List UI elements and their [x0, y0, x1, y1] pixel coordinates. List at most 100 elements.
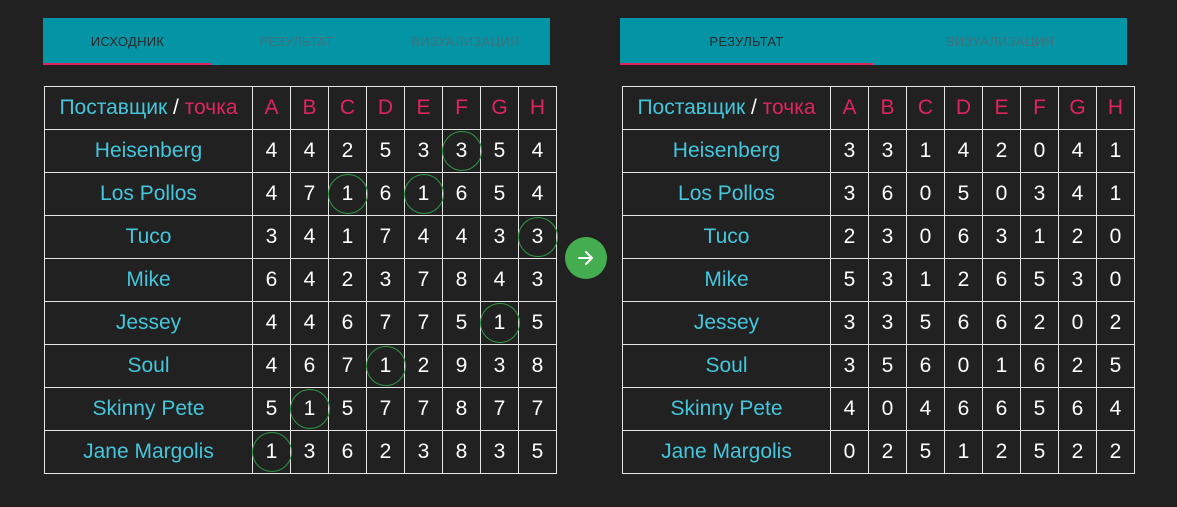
tab-visualization[interactable]: ВИЗУАЛИЗАЦИЯ [381, 18, 550, 65]
cell-number: 6 [341, 311, 354, 334]
cell-value: 1 [1096, 129, 1135, 173]
table-row: Jane Margolis 0 2 5 1 2 5 2 2 [622, 430, 1135, 474]
column-header: D [366, 86, 405, 130]
cell-value: 0 [982, 172, 1021, 216]
cell-value: 5 [252, 387, 291, 431]
cell-value: 1 [328, 215, 367, 259]
supplier-name: Soul [622, 344, 831, 388]
cell-number: 1 [1033, 225, 1046, 248]
cell-number: 6 [341, 440, 354, 463]
cell-value: 5 [1020, 258, 1059, 302]
cell-number: 0 [995, 182, 1008, 205]
tab-visualization[interactable]: ВИЗУАЛИЗАЦИЯ [873, 18, 1127, 65]
cell-number: 2 [1033, 311, 1046, 334]
cell-value: 5 [366, 129, 405, 173]
source-tab-bar: ИСХОДНИК РЕЗУЛЬТАТ ВИЗУАЛИЗАЦИЯ [43, 18, 550, 65]
cell-value: 3 [518, 258, 557, 302]
cell-number: 4 [265, 311, 278, 334]
column-header: A [252, 86, 291, 130]
cell-number: 0 [919, 182, 932, 205]
column-header: E [404, 86, 443, 130]
cell-number: 4 [303, 139, 316, 162]
source-table: Поставщик / точка A B C D E F G H Heisen… [44, 86, 558, 474]
cell-number: 2 [341, 139, 354, 162]
table-row: Skinny Pete 5 1 5 7 7 8 7 7 [44, 387, 557, 431]
cell-value: 1 [1020, 215, 1059, 259]
table-row: Mike 6 4 2 3 7 8 4 3 [44, 258, 557, 302]
cell-number: 4 [265, 182, 278, 205]
cell-value: 4 [290, 301, 329, 345]
cell-number: 7 [531, 397, 544, 420]
cell-number: 3 [1071, 268, 1084, 291]
column-header: C [906, 86, 945, 130]
cell-value: 4 [442, 215, 481, 259]
cell-value: 2 [982, 430, 1021, 474]
tab-source[interactable]: ИСХОДНИК [43, 18, 212, 65]
column-header: H [518, 86, 557, 130]
tab-result[interactable]: РЕЗУЛЬТАТ [620, 18, 873, 65]
cell-number: 6 [957, 225, 970, 248]
cell-value: 3 [830, 172, 869, 216]
header-supplier-point: Поставщик / точка [44, 86, 253, 130]
cell-value: 7 [518, 387, 557, 431]
convert-arrow-button[interactable] [565, 237, 607, 279]
cell-value: 1 [289, 387, 330, 431]
table-row: Skinny Pete 4 0 4 6 6 5 6 4 [622, 387, 1135, 431]
cell-number: 6 [957, 311, 970, 334]
cell-value: 9 [442, 344, 481, 388]
cell-number: 1 [341, 225, 354, 248]
cell-value: 6 [1020, 344, 1059, 388]
cell-value: 2 [1096, 430, 1135, 474]
tab-result[interactable]: РЕЗУЛЬТАТ [212, 18, 381, 65]
cell-value: 3 [1020, 172, 1059, 216]
cell-value: 2 [1058, 215, 1097, 259]
cell-value: 4 [480, 258, 519, 302]
cell-value: 2 [1058, 344, 1097, 388]
cell-value: 8 [442, 258, 481, 302]
cell-number: 7 [417, 311, 430, 334]
cell-number: 7 [417, 268, 430, 291]
cell-number: 4 [919, 397, 932, 420]
cell-value: 4 [906, 387, 945, 431]
cell-value: 3 [830, 301, 869, 345]
table-row: Los Pollos 4 7 1 6 1 6 5 4 [44, 172, 557, 216]
cell-value: 4 [518, 172, 557, 216]
cell-number: 5 [531, 311, 544, 334]
cell-value: 6 [328, 430, 367, 474]
active-tab-indicator [43, 63, 212, 65]
cell-value: 2 [328, 129, 367, 173]
cell-number: 2 [1071, 225, 1084, 248]
cell-value: 8 [442, 387, 481, 431]
cell-value: 5 [328, 387, 367, 431]
cell-number: 4 [843, 397, 856, 420]
header-supplier-label: Поставщик [59, 96, 168, 119]
header-point-label: точка [762, 96, 816, 119]
cell-value: 5 [518, 301, 557, 345]
cell-value: 3 [982, 215, 1021, 259]
cell-number: 5 [1033, 268, 1046, 291]
cell-number: 1 [379, 354, 392, 377]
cell-value: 2 [982, 129, 1021, 173]
cell-number: 3 [455, 139, 468, 162]
supplier-name: Tuco [622, 215, 831, 259]
cell-value: 4 [252, 172, 291, 216]
cell-number: 3 [303, 440, 316, 463]
cell-value: 0 [1096, 215, 1135, 259]
column-header: G [480, 86, 519, 130]
header-supplier-label: Поставщик [637, 96, 746, 119]
cell-number: 0 [881, 397, 894, 420]
cell-value: 4 [290, 215, 329, 259]
cell-value: 0 [1058, 301, 1097, 345]
cell-number: 5 [957, 182, 970, 205]
cell-value: 2 [1058, 430, 1097, 474]
cell-value: 7 [404, 301, 443, 345]
cell-value: 5 [442, 301, 481, 345]
cell-number: 0 [919, 225, 932, 248]
supplier-name: Jessey [622, 301, 831, 345]
cell-number: 2 [843, 225, 856, 248]
cell-number: 4 [455, 225, 468, 248]
cell-value: 3 [830, 344, 869, 388]
cell-number: 5 [843, 268, 856, 291]
cell-number: 4 [265, 139, 278, 162]
cell-value: 7 [404, 258, 443, 302]
